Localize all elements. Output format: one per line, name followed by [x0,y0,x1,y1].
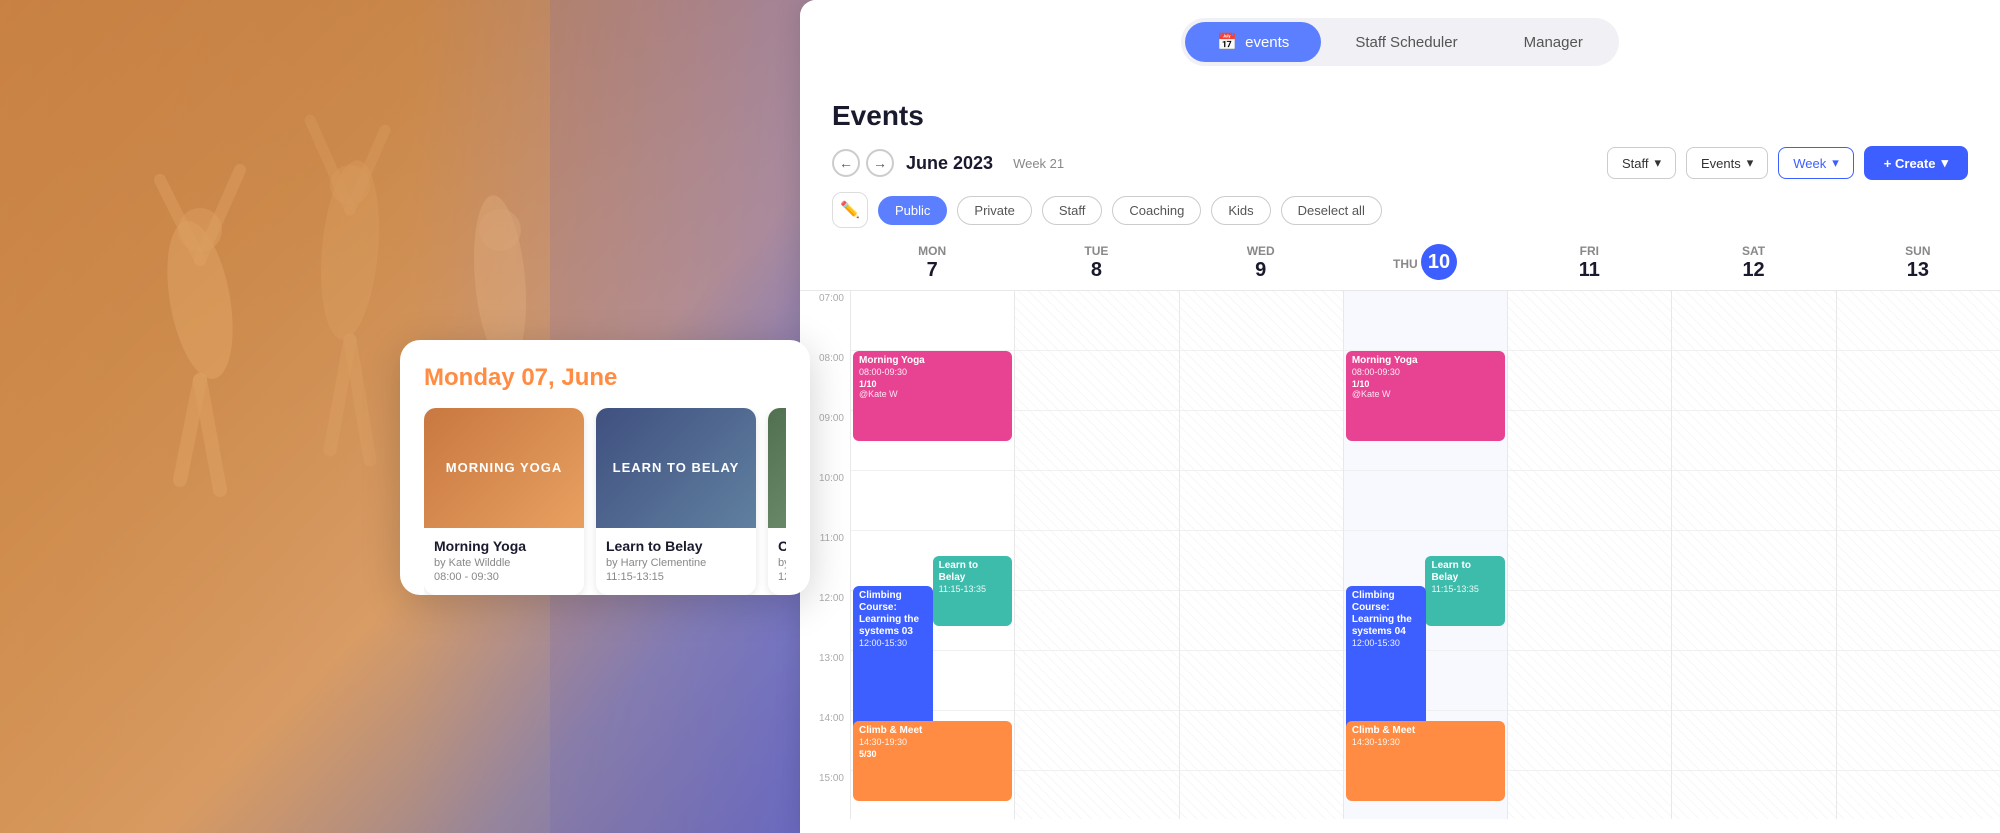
toolbar-right: Staff ▾ Events ▾ Week ▾ + Create ▾ [1607,146,1968,180]
cal-header-thu: THU 10 [1343,236,1507,290]
calendar-scroll[interactable]: MON 7 TUE 8 WED 9 THU 10 [800,236,2000,833]
chevron-down-icon-3: ▾ [1832,155,1839,171]
events-page-title: Events [832,100,1968,132]
next-arrow-button[interactable]: → [866,149,894,177]
filter-chip-private[interactable]: Private [957,196,1031,225]
toolbar-left: ← → June 2023 Week 21 [832,149,1064,177]
day-col-wed [1179,291,1343,819]
tab-staff-scheduler[interactable]: Staff Scheduler [1323,22,1489,62]
event-card-time-belay: 11:15-13:15 [606,571,746,583]
event-card-img-climb: CLIMB... [768,408,786,528]
events-toolbar: ← → June 2023 Week 21 Staff ▾ Events ▾ [832,146,1968,180]
chevron-down-icon-2: ▾ [1747,155,1754,171]
filter-chip-kids[interactable]: Kids [1211,196,1270,225]
chevron-down-icon-4: ▾ [1941,155,1948,171]
cal-event-mon-meet[interactable]: Climb & Meet 14:30-19:30 5/30 [853,721,1012,801]
cal-event-mon-belay[interactable]: Learn to Belay 11:15-13:35 [933,556,1013,626]
time-slot-1300: 13:00 [800,651,850,711]
calendar-icon: 📅 [1217,32,1237,52]
calendar-body: 07:00 08:00 09:00 10:00 11:00 12:00 13:0… [800,291,2000,819]
event-card-time-climb: 12:00... [778,571,786,583]
time-slot-1200: 12:00 [800,591,850,651]
cal-event-thu-meet[interactable]: Climb & Meet 14:30-19:30 [1346,721,1505,801]
prev-arrow-button[interactable]: ← [832,149,860,177]
staff-dropdown-button[interactable]: Staff ▾ [1607,147,1676,179]
event-card-belay[interactable]: LEARN TO BELAY Learn to Belay by Harry C… [596,408,756,595]
day-col-sun [1836,291,2000,819]
current-date-label: June 2023 [906,153,993,174]
filter-chip-deselect-all[interactable]: Deselect all [1281,196,1382,225]
day-col-thu: Morning Yoga 08:00-09:30 1/10 @Kate W Le… [1343,291,1507,819]
time-header-cell [800,236,850,290]
events-dropdown-button[interactable]: Events ▾ [1686,147,1768,179]
cal-event-thu-belay[interactable]: Learn to Belay 11:15-13:35 [1425,556,1505,626]
event-card-title-yoga: Morning Yoga [434,538,574,554]
events-section: Events ← → June 2023 Week 21 Staff ▾ [800,84,2000,236]
filter-chip-coaching[interactable]: Coaching [1112,196,1201,225]
calendar-grid: MON 7 TUE 8 WED 9 THU 10 [800,236,2000,819]
pencil-edit-button[interactable]: ✏️ [832,192,868,228]
day-col-fri [1507,291,1671,819]
top-nav: 📅 events Staff Scheduler Manager [800,0,2000,84]
event-card-img-belay: LEARN TO BELAY [596,408,756,528]
time-slot-700: 07:00 [800,291,850,351]
week-view-button[interactable]: Week ▾ [1778,147,1854,179]
event-card-host-yoga: by Kate Wilddle [434,557,574,569]
tab-events[interactable]: 📅 events [1185,22,1321,62]
cal-header-fri: FRI 11 [1507,236,1671,290]
chevron-down-icon: ▾ [1654,155,1661,171]
cal-header-tue: TUE 8 [1014,236,1178,290]
cal-header-sat: SAT 12 [1671,236,1835,290]
event-card-yoga[interactable]: MORNING YOGA Morning Yoga by Kate Wilddl… [424,408,584,595]
event-cards-row: MORNING YOGA Morning Yoga by Kate Wilddl… [424,408,786,595]
time-slot-1400: 14:00 [800,711,850,771]
event-card-host-belay: by Harry Clementine [606,557,746,569]
monday-panel: Monday 07, June MORNING YOGA Morning Yog… [400,340,810,595]
cal-event-mon-yoga[interactable]: Morning Yoga 08:00-09:30 1/10 @Kate W [853,351,1012,441]
cal-header-sun: SUN 13 [1836,236,2000,290]
event-card-img-yoga: MORNING YOGA [424,408,584,528]
create-button[interactable]: + Create ▾ [1864,146,1968,180]
event-card-title-climb: Climb... [778,538,786,554]
cal-header-wed: WED 9 [1179,236,1343,290]
date-nav-arrows: ← → [832,149,894,177]
right-panel: 📅 events Staff Scheduler Manager Events … [800,0,2000,833]
day-col-mon: Morning Yoga 08:00-09:30 1/10 @Kate W Le… [850,291,1014,819]
event-card-climb[interactable]: CLIMB... Climb... by Da... 12:00... [768,408,786,595]
event-card-host-climb: by Da... [778,557,786,569]
calendar-header: MON 7 TUE 8 WED 9 THU 10 [800,236,2000,291]
tab-manager[interactable]: Manager [1492,22,1615,62]
event-card-time-yoga: 08:00 - 09:30 [434,571,574,583]
cal-header-mon: MON 7 [850,236,1014,290]
day-col-tue [1014,291,1178,819]
day-col-sat [1671,291,1835,819]
cal-event-thu-yoga[interactable]: Morning Yoga 08:00-09:30 1/10 @Kate W [1346,351,1505,441]
filter-row: ✏️ Public Private Staff Coaching Kids De… [832,192,1968,228]
week-number-label: Week 21 [1013,156,1064,171]
time-slot-1500: 15:00 [800,771,850,819]
nav-tabs: 📅 events Staff Scheduler Manager [1181,18,1619,66]
monday-panel-title: Monday 07, June [424,364,786,392]
event-card-title-belay: Learn to Belay [606,538,746,554]
filter-chip-public[interactable]: Public [878,196,947,225]
filter-chip-staff[interactable]: Staff [1042,196,1103,225]
